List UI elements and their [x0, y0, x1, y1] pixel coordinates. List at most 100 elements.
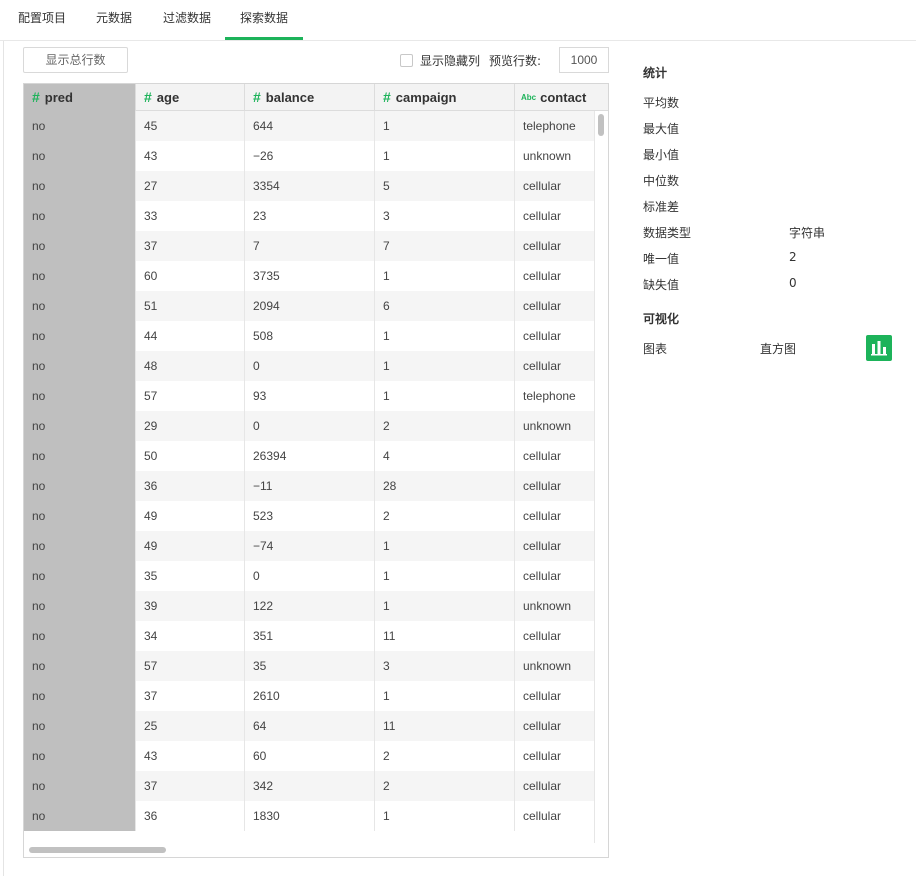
table-row[interactable]: no 34 351 11 cellular	[24, 621, 594, 651]
column-header-campaign[interactable]: # campaign	[375, 84, 515, 111]
table-row[interactable]: no 37 2610 1 cellular	[24, 681, 594, 711]
table-row[interactable]: no 33 23 3 cellular	[24, 201, 594, 231]
table-cell-contact: cellular	[523, 449, 562, 463]
table-row[interactable]: no 49 523 2 cellular	[24, 501, 594, 531]
show-total-rows-button[interactable]: 显示总行数	[23, 47, 128, 73]
table-cell-contact: cellular	[523, 209, 562, 223]
table-row[interactable]: no 44 508 1 cellular	[24, 321, 594, 351]
table-cell-age: 48	[136, 351, 245, 381]
table-row[interactable]: no 25 64 11 cellular	[24, 711, 594, 741]
table-cell-age: 57	[136, 381, 245, 411]
table-cell-contact: cellular	[523, 539, 562, 553]
table-cell-balance: 3354	[245, 171, 375, 201]
show-hidden-columns-checkbox[interactable]	[400, 54, 413, 67]
table-body: no 45 644 1 telephone no 43 −26 1 unknown no 27 3354…	[24, 111, 594, 843]
vertical-scrollbar-thumb[interactable]	[598, 114, 604, 136]
tab-metadata[interactable]: 元数据	[88, 0, 140, 40]
bar-chart-icon[interactable]	[866, 335, 892, 361]
table-row[interactable]: no 36 −11 28 cellular	[24, 471, 594, 501]
table-cell-age: 29	[136, 411, 245, 441]
vertical-scrollbar[interactable]	[594, 111, 608, 843]
table-row[interactable]: no 43 −26 1 unknown	[24, 141, 594, 171]
preview-rows-input[interactable]: 1000	[559, 47, 609, 73]
table-cell-age: 36	[136, 801, 245, 831]
table-cell-age: 39	[136, 591, 245, 621]
column-header-balance[interactable]: # balance	[245, 84, 375, 111]
table-cell-pred: no	[24, 291, 136, 321]
table-cell-balance: 0	[245, 561, 375, 591]
show-hidden-columns-label: 显示隐藏列	[420, 54, 481, 68]
table-cell-balance: −11	[245, 471, 375, 501]
table-cell-pred: no	[24, 351, 136, 381]
table-cell-balance: 93	[245, 381, 375, 411]
table-cell-age: 27	[136, 171, 245, 201]
table-cell-campaign: 1	[375, 111, 515, 141]
table-row[interactable]: no 48 0 1 cellular	[24, 351, 594, 381]
table-cell-campaign: 28	[375, 471, 515, 501]
table-cell-contact: unknown	[523, 599, 572, 613]
table-row[interactable]: no 27 3354 5 cellular	[24, 171, 594, 201]
horizontal-scrollbar-thumb[interactable]	[29, 847, 166, 853]
column-header-label: balance	[265, 90, 315, 105]
table-cell-pred: no	[24, 441, 136, 471]
table-row[interactable]: no 37 342 2 cellular	[24, 771, 594, 801]
table-cell-contact: cellular	[523, 179, 562, 193]
table-row[interactable]: no 57 93 1 telephone	[24, 381, 594, 411]
stat-label: 唯一值	[643, 252, 680, 266]
table-cell-contact: cellular	[523, 689, 562, 703]
table-cell-pred: no	[24, 111, 136, 141]
table-cell-campaign: 1	[375, 261, 515, 291]
table-cell-campaign: 7	[375, 231, 515, 261]
table-cell-contact: unknown	[523, 419, 572, 433]
table-cell-balance: 122	[245, 591, 375, 621]
tab-config-project[interactable]: 配置项目	[10, 0, 74, 40]
column-header-age[interactable]: # age	[136, 84, 245, 111]
table-cell-age: 45	[136, 111, 245, 141]
table-row[interactable]: no 50 26394 4 cellular	[24, 441, 594, 471]
table-cell-contact: cellular	[523, 719, 562, 733]
table-cell-campaign: 1	[375, 561, 515, 591]
table-cell-balance: 644	[245, 111, 375, 141]
table-cell-balance: 2610	[245, 681, 375, 711]
table-cell-balance: 7	[245, 231, 375, 261]
numeric-type-icon: #	[144, 89, 152, 105]
column-header-pred[interactable]: # pred	[24, 84, 136, 111]
column-header-contact[interactable]: Abc contact	[515, 84, 608, 111]
table-cell-pred: no	[24, 321, 136, 351]
table-cell-campaign: 1	[375, 681, 515, 711]
tab-filter-data[interactable]: 过滤数据	[155, 0, 219, 40]
table-cell-age: 34	[136, 621, 245, 651]
table-row[interactable]: no 39 122 1 unknown	[24, 591, 594, 621]
table-row[interactable]: no 60 3735 1 cellular	[24, 261, 594, 291]
table-cell-pred: no	[24, 651, 136, 681]
table-cell-age: 35	[136, 561, 245, 591]
chart-type-value: 直方图	[760, 342, 797, 356]
table-cell-balance: 523	[245, 501, 375, 531]
table-cell-balance: 351	[245, 621, 375, 651]
table-row[interactable]: no 51 2094 6 cellular	[24, 291, 594, 321]
table-cell-campaign: 2	[375, 771, 515, 801]
table-cell-campaign: 2	[375, 501, 515, 531]
table-cell-contact: cellular	[523, 809, 562, 823]
table-cell-campaign: 2	[375, 411, 515, 441]
tab-explore-data[interactable]: 探索数据	[225, 0, 303, 40]
table-cell-contact: cellular	[523, 479, 562, 493]
table-row[interactable]: no 29 0 2 unknown	[24, 411, 594, 441]
table-row[interactable]: no 45 644 1 telephone	[24, 111, 594, 141]
column-header-label: contact	[540, 90, 587, 105]
table-cell-contact: telephone	[523, 119, 576, 133]
table-cell-age: 33	[136, 201, 245, 231]
horizontal-scrollbar[interactable]	[24, 843, 608, 857]
table-cell-balance: 23	[245, 201, 375, 231]
table-cell-balance: 342	[245, 771, 375, 801]
table-row[interactable]: no 36 1830 1 cellular	[24, 801, 594, 831]
table-cell-age: 49	[136, 531, 245, 561]
table-cell-balance: 26394	[245, 441, 375, 471]
stat-label: 最小值	[643, 148, 680, 162]
table-row[interactable]: no 49 −74 1 cellular	[24, 531, 594, 561]
table-row[interactable]: no 43 60 2 cellular	[24, 741, 594, 771]
table-row[interactable]: no 57 35 3 unknown	[24, 651, 594, 681]
table-row[interactable]: no 35 0 1 cellular	[24, 561, 594, 591]
table-row[interactable]: no 37 7 7 cellular	[24, 231, 594, 261]
table-cell-age: 49	[136, 501, 245, 531]
